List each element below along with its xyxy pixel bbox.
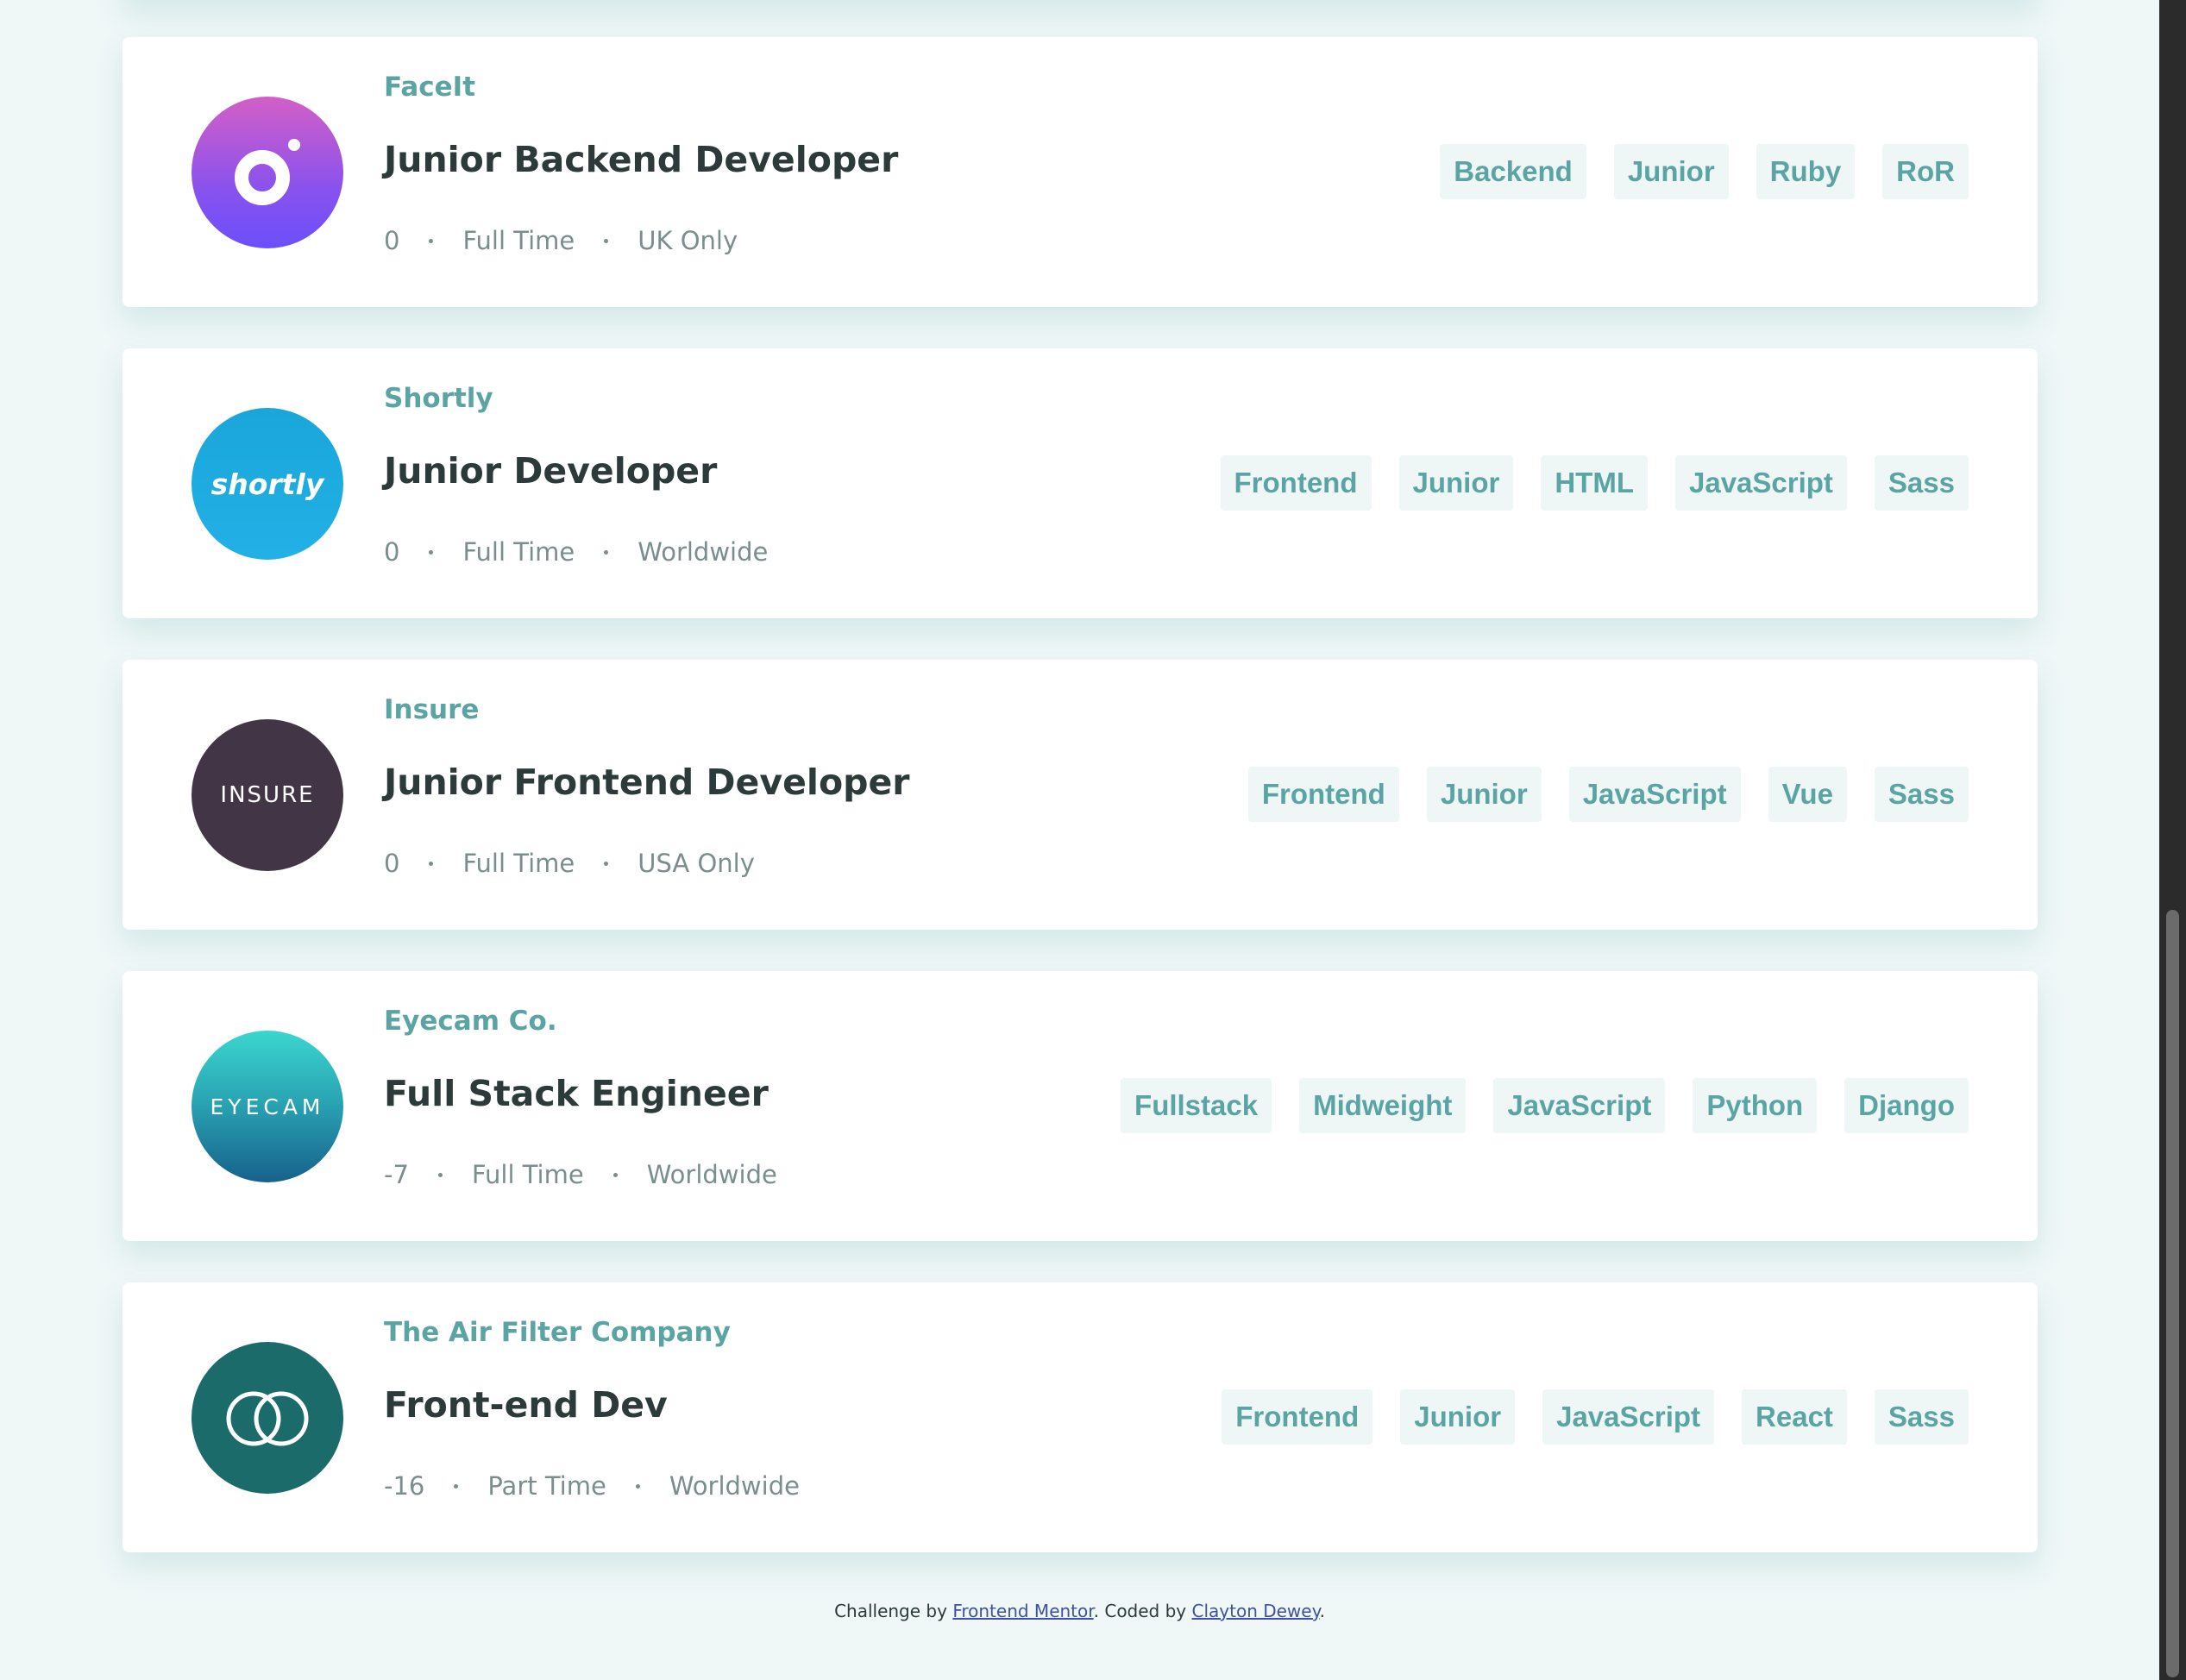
filter-tag-button[interactable]: Frontend: [1247, 767, 1399, 822]
job-card-eyecam[interactable]: EYECAM Eyecam Co. Full Stack Engineer -7…: [122, 971, 2038, 1241]
job-list: FaceIt Junior Backend Developer 0 Full T…: [122, 37, 2038, 1594]
separator-dot: [604, 861, 609, 866]
company-name[interactable]: Eyecam Co.: [384, 1006, 557, 1037]
job-card-faceit[interactable]: FaceIt Junior Backend Developer 0 Full T…: [122, 37, 2038, 307]
separator-dot: [437, 1172, 443, 1177]
shortly-logo-icon: shortly: [192, 408, 343, 560]
faceit-logo-icon: [192, 97, 343, 248]
job-title[interactable]: Full Stack Engineer: [384, 1073, 769, 1114]
job-title[interactable]: Front-end Dev: [384, 1384, 668, 1426]
vertical-scrollbar[interactable]: [2159, 0, 2186, 1680]
job-location: UK Only: [638, 226, 738, 255]
separator-dot: [612, 1172, 618, 1177]
company-name[interactable]: FaceIt: [384, 72, 475, 103]
filter-tag-button[interactable]: Fullstack: [1121, 1078, 1272, 1133]
job-listings-page: FaceIt Junior Backend Developer 0 Full T…: [0, 0, 2159, 1680]
filter-tag-button[interactable]: Junior: [1400, 1389, 1516, 1445]
footer-middle: . Coded by: [1093, 1601, 1192, 1621]
filter-tag-button[interactable]: Junior: [1398, 455, 1514, 511]
frontend-mentor-link[interactable]: Frontend Mentor: [952, 1601, 1093, 1621]
author-link[interactable]: Clayton Dewey: [1192, 1601, 1320, 1621]
job-tags: Backend Junior Ruby RoR: [1440, 144, 1969, 199]
job-card-air-filter-company[interactable]: The Air Filter Company Front-end Dev -16…: [122, 1282, 2038, 1552]
job-tags: Frontend Junior JavaScript React Sass: [1222, 1389, 1969, 1445]
posted-at: 0: [384, 849, 400, 878]
filter-tag-button[interactable]: HTML: [1541, 455, 1648, 511]
job-location: USA Only: [638, 849, 755, 878]
posted-at: 0: [384, 226, 400, 255]
company-name[interactable]: Shortly: [384, 383, 493, 414]
insure-logo-icon: INSURE: [192, 719, 343, 871]
job-meta: 0 Full Time Worldwide: [384, 537, 768, 567]
job-location: Worldwide: [638, 537, 769, 567]
posted-at: 0: [384, 537, 400, 567]
separator-dot: [604, 238, 609, 243]
contract-type: Full Time: [462, 849, 575, 878]
job-meta: -7 Full Time Worldwide: [384, 1160, 777, 1189]
separator-dot: [454, 1483, 459, 1489]
filter-tag-button[interactable]: JavaScript: [1542, 1389, 1715, 1445]
job-card-insure[interactable]: INSURE Insure Junior Frontend Developer …: [122, 660, 2038, 930]
job-meta: -16 Part Time Worldwide: [384, 1471, 800, 1501]
posted-at: -7: [384, 1160, 409, 1189]
contract-type: Full Time: [471, 1160, 584, 1189]
separator-dot: [429, 238, 434, 243]
filter-tag-button[interactable]: Python: [1693, 1078, 1818, 1133]
shortly-logo-text: shortly: [210, 467, 324, 501]
filter-tag-button[interactable]: JavaScript: [1568, 767, 1741, 822]
scrollbar-thumb[interactable]: [2166, 910, 2179, 1677]
filter-tag-button[interactable]: Midweight: [1299, 1078, 1467, 1133]
filter-tag-button[interactable]: Sass: [1874, 455, 1969, 511]
eyecam-logo-icon: EYECAM: [192, 1031, 343, 1182]
separator-dot: [429, 861, 434, 866]
filter-tag-button[interactable]: RoR: [1882, 144, 1969, 199]
separator-dot: [604, 549, 609, 555]
attribution-footer: Challenge by Frontend Mentor. Coded by C…: [0, 1601, 2159, 1621]
job-tags: Fullstack Midweight JavaScript Python Dj…: [1121, 1078, 1969, 1133]
separator-dot: [429, 549, 434, 555]
company-name[interactable]: The Air Filter Company: [384, 1317, 731, 1348]
eyecam-logo-text: EYECAM: [210, 1094, 325, 1119]
contract-type: Full Time: [462, 226, 575, 255]
job-title[interactable]: Junior Developer: [384, 450, 717, 492]
filter-tag-button[interactable]: Frontend: [1222, 1389, 1373, 1445]
job-location: Worldwide: [646, 1160, 777, 1189]
filter-tag-button[interactable]: Junior: [1613, 144, 1729, 199]
footer-suffix: .: [1319, 1601, 1325, 1621]
job-title[interactable]: Junior Backend Developer: [384, 139, 898, 180]
job-card-shortly[interactable]: shortly Shortly Junior Developer 0 Full …: [122, 348, 2038, 618]
company-name[interactable]: Insure: [384, 694, 479, 725]
contract-type: Part Time: [487, 1471, 606, 1501]
contract-type: Full Time: [462, 537, 575, 567]
filter-tag-button[interactable]: Django: [1844, 1078, 1969, 1133]
separator-dot: [635, 1483, 640, 1489]
filter-tag-button[interactable]: Frontend: [1220, 455, 1372, 511]
posted-at: -16: [384, 1471, 425, 1501]
job-title[interactable]: Junior Frontend Developer: [384, 762, 910, 803]
filter-tag-button[interactable]: JavaScript: [1493, 1078, 1666, 1133]
job-meta: 0 Full Time USA Only: [384, 849, 755, 878]
filter-tag-button[interactable]: Vue: [1768, 767, 1847, 822]
footer-prefix: Challenge by: [834, 1601, 953, 1621]
job-meta: 0 Full Time UK Only: [384, 226, 738, 255]
air-filter-logo-icon: [192, 1342, 343, 1494]
filter-tag-button[interactable]: Backend: [1440, 144, 1586, 199]
filter-tag-button[interactable]: Ruby: [1756, 144, 1856, 199]
filter-tag-button[interactable]: Sass: [1874, 767, 1969, 822]
filter-tag-button[interactable]: JavaScript: [1674, 455, 1847, 511]
job-tags: Frontend Junior HTML JavaScript Sass: [1220, 455, 1969, 511]
insure-logo-text: INSURE: [220, 782, 315, 808]
filter-tag-button[interactable]: Junior: [1426, 767, 1542, 822]
filter-tag-button[interactable]: React: [1742, 1389, 1847, 1445]
job-tags: Frontend Junior JavaScript Vue Sass: [1247, 767, 1969, 822]
job-location: Worldwide: [669, 1471, 800, 1501]
filter-tag-button[interactable]: Sass: [1874, 1389, 1969, 1445]
